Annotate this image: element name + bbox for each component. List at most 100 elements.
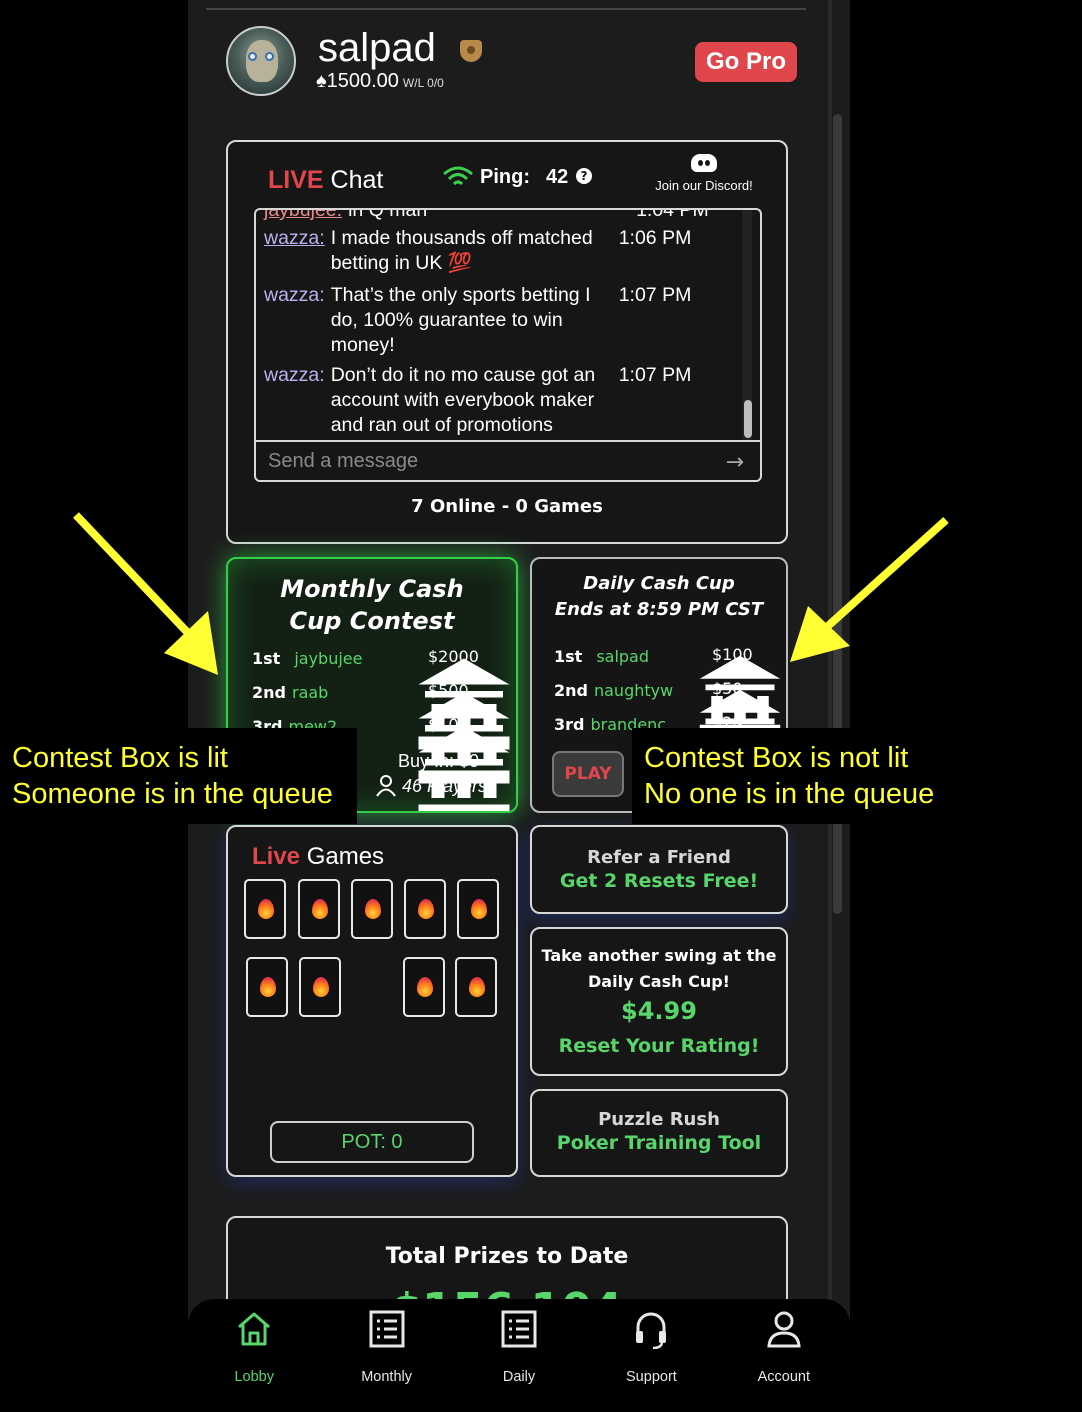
rank-name: jaybujee [294,649,363,668]
player-count-text: 46 Players [402,775,488,796]
rank-prize: $100 [712,645,753,664]
right-arrow-annotation [790,517,949,662]
rank-prize: $2000 [428,647,479,666]
rank-prize: $50 [712,679,743,698]
reset-cta: Reset Your Rating! [558,1035,760,1057]
chat-text: I made thousands off matched betting in … [330,227,593,274]
flame-icon [417,977,433,997]
buy-in: Buy In: $0 [398,751,480,771]
top-divider [206,8,806,10]
message-field: → [254,440,762,482]
person-icon [767,1311,801,1348]
games-live-label: Live [252,843,301,870]
chat-time: 1:07 PM [618,284,692,306]
games-title-text: Games [306,843,385,870]
chat-live-label: LIVE [268,166,324,194]
chat-text: That’s the only sports betting I do, 100… [330,284,591,356]
rank-name: naughtyw [593,681,674,700]
chat-text: in Q man [348,208,428,221]
rank-name: raab [291,683,329,702]
ping-value: 42 [546,166,569,188]
game-card[interactable] [351,879,393,939]
send-arrow-icon[interactable]: → [726,450,744,475]
avatar-eye [248,52,257,61]
reset-rating-card[interactable]: Take another swing at the Daily Cash Cup… [530,927,788,1076]
puzzle-rush-card[interactable]: Puzzle Rush Poker Training Tool [530,1089,788,1177]
refer-friend-card[interactable]: Refer a Friend Get 2 Resets Free! [530,825,788,914]
play-button[interactable]: PLAY [552,751,624,797]
home-icon [238,1312,271,1346]
chat-time: 1:07 PM [618,364,692,386]
nav-daily[interactable]: Daily [453,1299,585,1412]
left-callout-line1: Contest Box is lit [12,742,228,774]
flame-icon [418,899,434,919]
balance: ♠1500.00 W/L 0/0 [316,70,444,93]
chat-user[interactable]: wazza: [264,283,325,358]
list-icon [501,1310,537,1348]
leaderboard-row: 1st jaybujee [252,649,362,668]
go-pro-button[interactable]: Go Pro [695,42,797,82]
chat-title-text: Chat [330,166,384,194]
live-games-panel: Live Games POT: 0 [226,825,518,1177]
discord-icon [691,154,717,172]
chat-user[interactable]: wazza: [264,363,325,438]
list-icon [369,1310,405,1348]
reset-text-line2: Daily Cash Cup! [588,972,730,991]
nav-monthly[interactable]: Monthly [320,1299,452,1412]
discord-link[interactable]: Join our Discord! [648,154,760,193]
chat-time: 1:04 PM [636,208,709,221]
nav-label: Monthly [361,1369,412,1385]
nav-support[interactable]: Support [585,1299,717,1412]
chat-message: wazza: That’s the only sports betting I … [264,283,727,358]
username: salpad [318,26,436,70]
game-card[interactable] [298,879,340,939]
chat-scrollbar[interactable] [744,400,752,438]
flame-icon [469,977,485,997]
avatar-face [246,40,278,82]
game-card[interactable] [404,879,446,939]
reset-text-line1: Take another swing at the [541,946,777,965]
nav-lobby[interactable]: Lobby [188,1299,320,1412]
rank-place: 1st [252,649,281,668]
rank-prize: $500 [428,681,469,700]
game-card[interactable] [403,957,445,1017]
person-icon [376,775,396,797]
flame-icon [471,899,487,919]
game-card[interactable] [299,957,341,1017]
help-icon[interactable]: ? [576,168,592,184]
chat-text: Don’t do it no mo cause got an account w… [330,364,596,436]
game-card[interactable] [246,957,288,1017]
chat-user[interactable]: wazza: [264,226,325,276]
right-callout: Contest Box is not lit No one is in the … [632,728,950,824]
rank-place: 1st [554,647,583,666]
nav-label: Account [757,1369,811,1385]
daily-title-line1: Daily Cash Cup [583,573,735,594]
chat-time: 1:06 PM [618,227,692,249]
chat-message: jaybujee: in Q man 1:04 PM [264,208,744,223]
game-card[interactable] [455,957,497,1017]
flame-icon [260,977,276,997]
monthly-contest-title: Monthly Cash Cup Contest [280,575,464,635]
rank-place: 3rd [554,715,585,734]
leaderboard-row: 2nd naughtyw [554,681,673,700]
reset-price: $4.99 [621,997,697,1025]
left-arrow-annotation [73,512,218,675]
rank-place: 2nd [554,681,588,700]
spade-icon: ♠ [316,70,327,92]
chat-user[interactable]: jaybujee: [264,210,342,223]
rank-place: 2nd [252,683,286,702]
chat-title: LIVE Chat [268,166,383,195]
discord-label: Join our Discord! [655,178,753,193]
game-card[interactable] [457,879,499,939]
online-count: 7 Online - 0 Games [411,496,603,517]
bottom-nav: Lobby Monthly Daily Support Account [188,1299,850,1412]
message-input[interactable] [268,450,708,473]
chat-messages[interactable]: jaybujee: in Q man 1:04 PM wazza: I made… [254,208,762,442]
game-card[interactable] [244,879,286,939]
nav-label: Support [626,1369,677,1385]
nav-account[interactable]: Account [718,1299,850,1412]
leaderboard-row: 1st salpad [554,647,649,666]
puzzle-subtitle: Poker Training Tool [556,1132,762,1154]
flame-icon [313,977,329,997]
avatar[interactable] [226,26,296,96]
